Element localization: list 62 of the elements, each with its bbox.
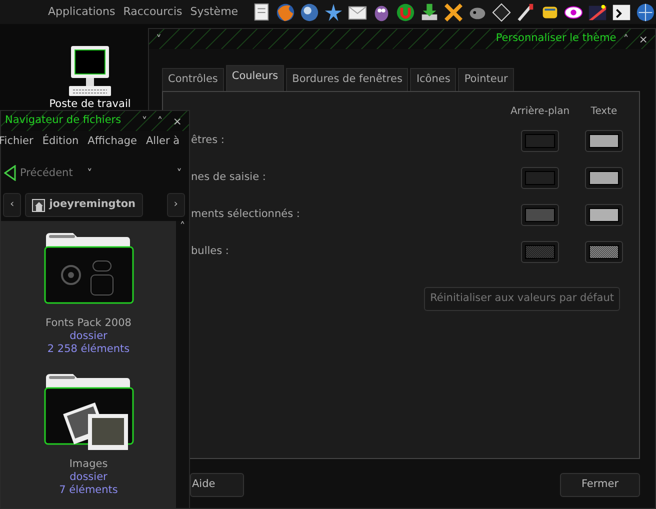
menu-item[interactable]: Édition — [42, 134, 79, 150]
panel-menu[interactable]: Raccourcis — [123, 4, 182, 20]
dropdown-button[interactable]: ˅ — [174, 168, 185, 178]
magnet-icon[interactable] — [395, 2, 416, 22]
download-icon[interactable] — [419, 2, 440, 22]
brush-icon[interactable] — [515, 2, 536, 22]
panel-menu[interactable]: Applications — [48, 4, 116, 20]
menu-button[interactable]: ˅ — [153, 34, 164, 44]
column-header: Arrière-plan — [509, 104, 571, 119]
color-button[interactable] — [585, 167, 623, 190]
back-arrow-icon — [4, 165, 16, 181]
menu-button[interactable]: ˅ — [138, 116, 150, 126]
path-button[interactable]: joeyremington — [25, 193, 143, 217]
panel-menu[interactable]: Système — [190, 4, 238, 20]
file-name[interactable]: Fonts Pack 2008 — [46, 317, 132, 330]
color-label: ments sélectionnés : — [191, 207, 301, 222]
color-label: êtres : — [191, 133, 226, 148]
home-icon — [32, 198, 46, 212]
color-label: bulles : — [191, 244, 230, 260]
tab[interactable]: Bordures de fenêtres — [286, 68, 408, 91]
diamond-icon[interactable] — [491, 2, 512, 22]
maximize-button[interactable]: ˄ — [620, 34, 632, 44]
color-button[interactable] — [585, 241, 623, 264]
tab[interactable]: Icônes — [410, 68, 456, 91]
scrollbar[interactable]: ˄ — [176, 221, 189, 508]
column-header: Texte — [590, 104, 618, 119]
color-label: nes de saisie : — [191, 170, 267, 186]
cross-icon[interactable] — [443, 2, 464, 22]
scroll-left-button[interactable]: ‹ — [3, 193, 22, 217]
globe-icon[interactable] — [275, 2, 296, 22]
close-button[interactable]: × — [170, 116, 185, 126]
globe-icon[interactable] — [299, 2, 320, 22]
file-type: dossier — [70, 471, 108, 484]
window-title: Personnaliser le thème — [496, 31, 616, 46]
back-button[interactable]: Précédent — [1, 165, 76, 181]
window-title: Navigateur de fichiers — [5, 113, 122, 128]
color-button[interactable] — [521, 241, 559, 264]
globe-icon[interactable] — [635, 2, 656, 22]
scroll-right-button[interactable]: › — [166, 193, 185, 217]
item-count: 2 258 éléments — [47, 343, 130, 356]
close-button[interactable]: × — [636, 34, 651, 44]
reset-button[interactable]: Réinitialiser aux valeurs par défaut — [424, 286, 620, 310]
menu-item[interactable]: Fichier — [0, 134, 34, 150]
dropdown-button[interactable]: ˅ — [84, 168, 96, 178]
menu-item[interactable]: Affichage — [88, 134, 137, 150]
color-button[interactable] — [585, 204, 623, 226]
tab[interactable]: Contrôles — [162, 68, 224, 91]
tab[interactable]: Pointeur — [458, 68, 514, 91]
menu-item[interactable]: Aller à — [146, 134, 180, 150]
file-name[interactable]: Images — [69, 458, 108, 471]
file-type: dossier — [70, 330, 108, 343]
color-button[interactable] — [521, 167, 559, 190]
maximize-button[interactable]: ˄ — [154, 116, 166, 126]
item-count: 7 éléments — [59, 484, 118, 497]
desktop-icon-label[interactable]: Poste de travail — [49, 98, 131, 111]
color-button[interactable] — [521, 204, 559, 226]
help-button[interactable]: Aide — [190, 472, 244, 497]
close-button[interactable]: Fermer — [560, 472, 640, 497]
color-button[interactable] — [521, 130, 559, 152]
scroll-up-button[interactable]: ˄ — [176, 221, 188, 232]
tab[interactable]: Couleurs — [226, 65, 284, 91]
color-button[interactable] — [585, 130, 623, 152]
